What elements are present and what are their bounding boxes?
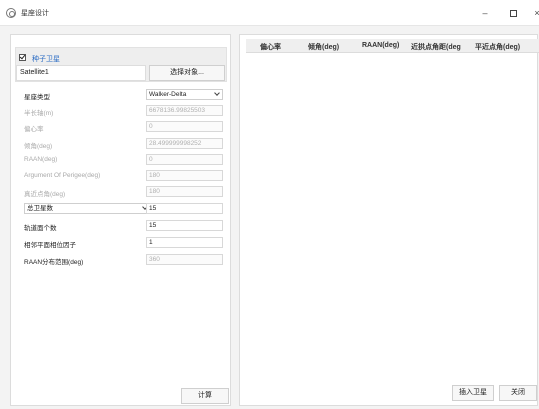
phase-factor-label: 相邻平面相位因子 [24,242,76,249]
total-satellites-option: 总卫星数 [27,205,53,212]
seed-satellite-label[interactable]: 种子卫星 [32,54,60,64]
argument-of-perigee-field[interactable]: 180 [146,170,223,181]
orbit-planes-field[interactable]: 15 [146,220,223,231]
column-header-mean-anomaly[interactable]: 平近点角(deg) [475,42,520,52]
eccentricity-label: 偏心率 [24,126,44,133]
constellation-type-value: Walker-Delta [149,91,187,98]
seed-satellite-field[interactable]: Satellite1 [16,65,146,81]
inclination-field[interactable]: 28.499999998252 [146,138,223,149]
total-satellites-field[interactable]: 15 [146,203,223,214]
column-header-inclination[interactable]: 倾角(deg) [308,42,339,52]
raan-field[interactable]: 0 [146,154,223,165]
seed-satellite-checkbox[interactable] [19,54,26,61]
argument-of-perigee-label: Argument Of Perigee(deg) [24,172,101,179]
close-button[interactable]: 关闭 [499,385,537,401]
true-anomaly-label: 真近点角(deg) [24,191,66,198]
app-icon [6,8,16,18]
table-header: 偏心率 倾角(deg) RAAN(deg) 近拱点角距(deg 平近点角(deg… [246,39,539,53]
semi-major-axis-label: 半长轴(m) [24,110,54,117]
raan-range-label: RAAN分布范围(deg) [24,259,84,266]
parameters-panel: 种子卫星 Satellite1 选择对象... 星座类型 Walker-Delt… [10,34,231,406]
results-table-panel: 偏心率 倾角(deg) RAAN(deg) 近拱点角距(deg 平近点角(deg… [239,34,539,406]
close-window-button[interactable]: × [528,4,539,22]
semi-major-axis-field[interactable]: 6678136.99825503 [146,105,223,116]
window-title: 星座设计 [21,10,49,17]
inclination-label: 倾角(deg) [24,143,53,150]
constellation-type-dropdown[interactable]: Walker-Delta [146,89,223,100]
seed-satellite-group: 种子卫星 Satellite1 选择对象... [15,47,227,82]
raan-range-field[interactable]: 360 [146,254,223,265]
column-header-arg-perigee[interactable]: 近拱点角距(deg [411,42,461,52]
minimize-button[interactable]: – [476,4,494,22]
select-object-button[interactable]: 选择对象... [149,65,225,81]
maximize-icon [509,10,517,17]
true-anomaly-field[interactable]: 180 [146,186,223,197]
chevron-down-icon [214,90,220,96]
column-header-raan[interactable]: RAAN(deg) [362,42,399,49]
column-header-eccentricity[interactable]: 偏心率 [260,42,281,52]
constellation-type-label: 星座类型 [24,94,50,101]
calculate-button[interactable]: 计算 [181,388,229,404]
eccentricity-field[interactable]: 0 [146,121,223,132]
insert-satellite-button[interactable]: 插入卫星 [452,385,494,401]
maximize-button[interactable] [504,4,522,22]
title-bar: 星座设计 – × [0,0,539,26]
phase-factor-field[interactable]: 1 [146,237,223,248]
orbit-planes-label: 轨道面个数 [24,225,57,232]
raan-label: RAAN(deg) [24,156,58,163]
total-satellites-dropdown[interactable]: 总卫星数 [24,203,151,214]
